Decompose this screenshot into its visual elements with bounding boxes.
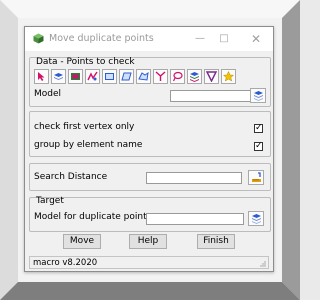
rectangle-icon [105,73,114,80]
search-distance-group: Search Distance [29,163,271,191]
tool-lasso[interactable] [170,69,185,84]
tool-row [34,69,236,85]
model-browse-button[interactable] [250,88,266,103]
options-group: check first vertex only ✓ group by eleme… [29,111,271,157]
dialog-window: Move duplicate points — □ ✕ Data - Point… [24,26,274,272]
tool-pointer[interactable] [34,69,49,84]
finish-button[interactable]: Finish [197,234,235,249]
model-icon [71,73,80,80]
selection-icon [87,71,98,81]
minimize-button[interactable]: — [191,31,209,47]
tool-rectangle[interactable] [102,69,117,84]
target-group: Target Model for duplicate points [29,196,271,232]
check-first-vertex-label: check first vertex only [34,122,135,132]
search-distance-pick-button[interactable] [248,170,264,185]
maximize-button[interactable]: □ [215,31,233,47]
close-button[interactable]: ✕ [247,31,265,47]
search-distance-input[interactable] [146,172,242,184]
tool-filter[interactable] [204,69,219,84]
window-title: Move duplicate points [49,33,154,44]
lasso-icon [172,71,183,82]
polygon-icon [138,71,149,81]
model-label: Model [34,89,62,99]
tool-stack[interactable] [187,69,202,84]
layers-icon [253,91,263,101]
tool-selection[interactable] [85,69,100,84]
data-group: Data - Points to check Model [29,57,271,107]
status-text: macro v8.2020 [33,258,98,268]
check-first-vertex-checkbox[interactable]: ✓ [254,124,263,133]
group-by-name-checkbox[interactable]: ✓ [254,142,263,151]
tool-layers[interactable] [51,69,66,84]
group-by-name-label: group by element name [34,140,143,150]
help-button[interactable]: Help [129,234,167,249]
star-icon [223,71,234,82]
app-cube-icon [33,33,44,44]
ruler-icon [251,172,261,182]
resize-grip-icon[interactable] [259,260,266,267]
status-bar: macro v8.2020 [29,256,269,269]
title-bar: Move duplicate points — □ ✕ [25,27,273,51]
tool-funnel[interactable] [153,69,168,84]
layers-icon [251,214,261,224]
move-button[interactable]: Move [63,234,101,249]
tool-star[interactable] [221,69,236,84]
stack-icon [190,72,199,82]
tool-model[interactable] [68,69,83,84]
funnel-icon [155,71,166,81]
data-group-label: Data - Points to check [36,57,135,67]
tool-polygon[interactable] [136,69,151,84]
target-group-label: Target [36,196,64,206]
parallelogram-icon [121,72,132,81]
filter-icon [206,71,217,82]
target-model-label: Model for duplicate points [34,212,152,222]
target-model-browse-button[interactable] [248,211,264,226]
target-model-input[interactable] [146,213,244,225]
tool-parallelogram[interactable] [119,69,134,84]
layers-icon [54,73,63,80]
search-distance-label: Search Distance [34,172,108,182]
pointer-icon [38,72,45,81]
